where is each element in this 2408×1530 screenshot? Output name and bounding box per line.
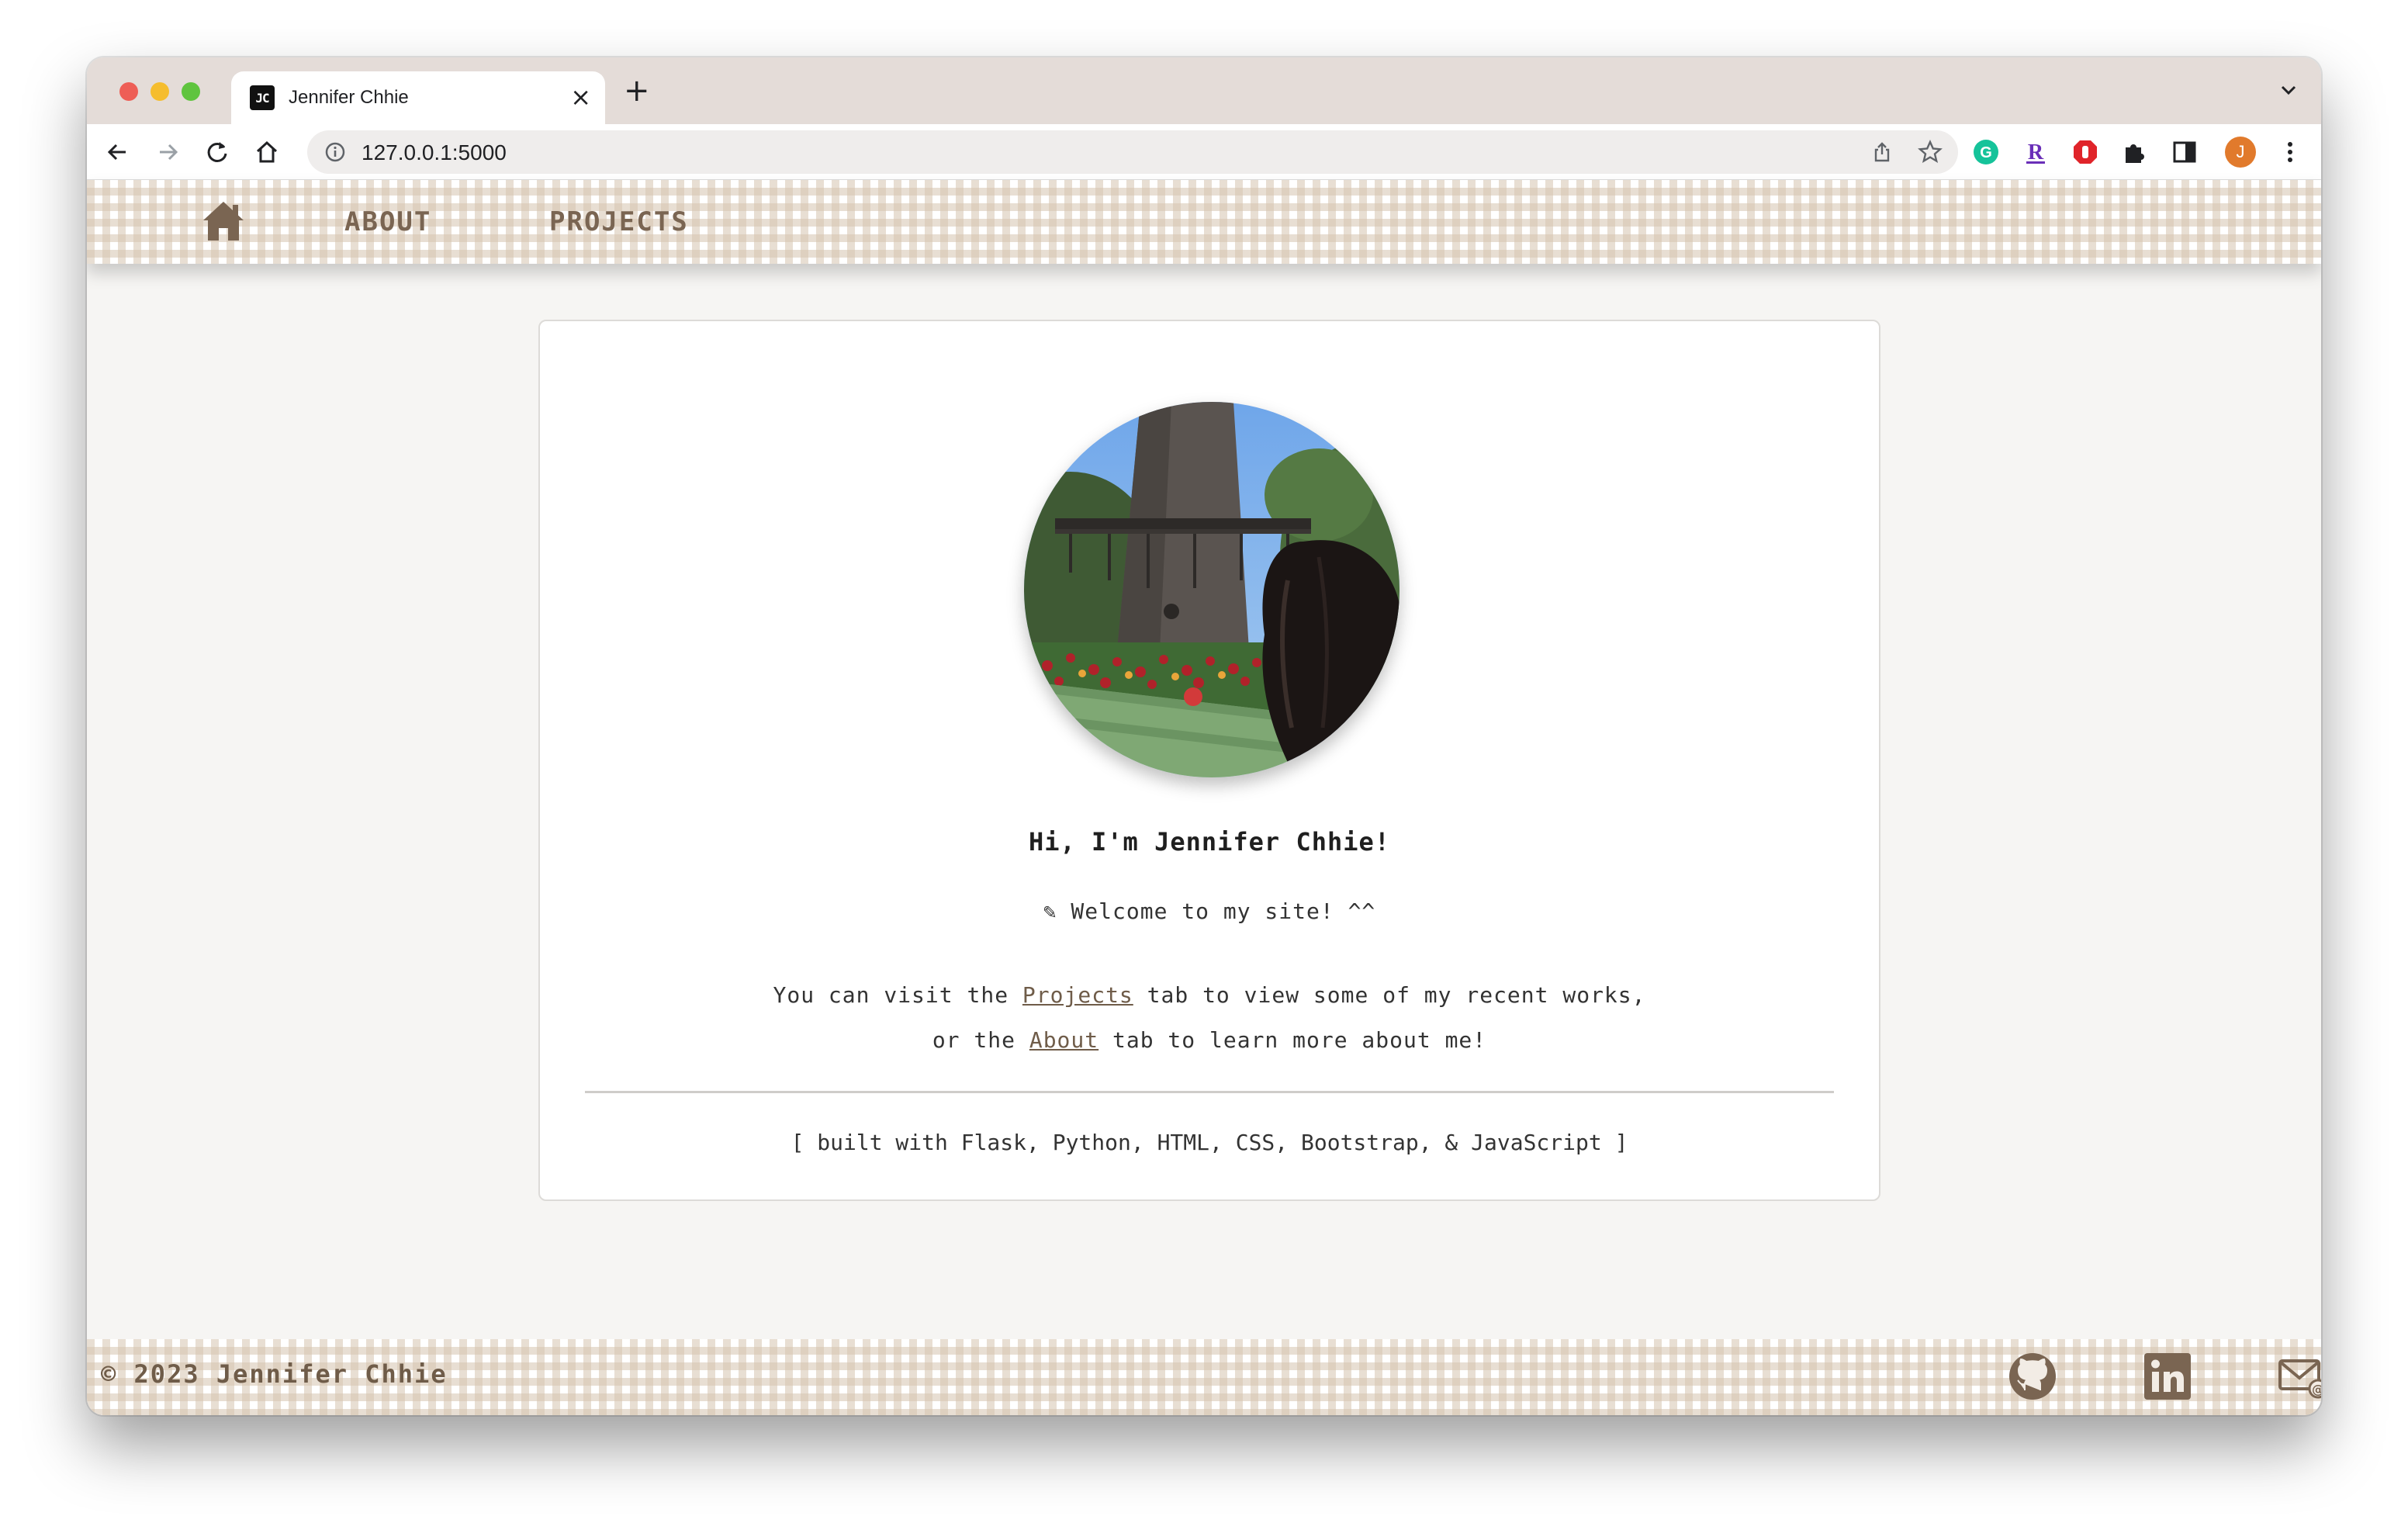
intro-line-1: You can visit the Projects tab to view s… bbox=[540, 982, 1879, 1008]
grammarly-icon[interactable]: G bbox=[1972, 138, 2000, 166]
info-icon[interactable] bbox=[324, 141, 346, 163]
extensions-puzzle-icon[interactable] bbox=[2121, 138, 2149, 166]
url-text: 127.0.0.1:5000 bbox=[362, 140, 507, 164]
browser-window: JC Jennifer Chhie × + 127.0.0.1:5000 G R… bbox=[87, 57, 2321, 1415]
divider bbox=[585, 1091, 1834, 1093]
profile-avatar[interactable]: J bbox=[2225, 137, 2256, 168]
intro-line-2: or the About tab to learn more about me! bbox=[540, 1027, 1879, 1053]
intro-line-1-pre: You can visit the bbox=[773, 982, 1022, 1008]
intro-line-2-post: tab to learn more about me! bbox=[1098, 1027, 1487, 1053]
tab-title: Jennifer Chhie bbox=[289, 87, 409, 108]
intro-line-1-post: tab to view some of my recent works, bbox=[1133, 982, 1646, 1008]
copyright-text: © 2023 Jennifer Chhie bbox=[101, 1359, 448, 1389]
adblock-icon[interactable] bbox=[2071, 138, 2099, 166]
minimize-window-button[interactable] bbox=[150, 82, 169, 101]
maximize-window-button[interactable] bbox=[182, 82, 200, 101]
linkedin-icon[interactable] bbox=[2143, 1352, 2192, 1401]
site-footer: © 2023 Jennifer Chhie @ bbox=[87, 1339, 2321, 1415]
home-browser-icon[interactable] bbox=[253, 138, 281, 166]
projects-inline-link[interactable]: Projects bbox=[1022, 982, 1133, 1008]
browser-toolbar: 127.0.0.1:5000 G R J bbox=[87, 124, 2321, 180]
tab-close-icon[interactable]: × bbox=[570, 82, 591, 112]
tab-search-chevron-icon[interactable] bbox=[2278, 79, 2299, 101]
back-icon[interactable] bbox=[104, 138, 132, 166]
new-tab-icon[interactable]: + bbox=[624, 73, 650, 109]
github-icon[interactable] bbox=[2008, 1352, 2057, 1401]
greeting-heading: Hi, I'm Jennifer Chhie! bbox=[1028, 827, 1391, 857]
nav-projects-link[interactable]: PROJECTS bbox=[549, 206, 689, 237]
site-navbar: ABOUT PROJECTS bbox=[87, 180, 2321, 264]
home-icon[interactable] bbox=[202, 199, 245, 242]
built-with-text: [ built with Flask, Python, HTML, CSS, B… bbox=[791, 1130, 1628, 1155]
share-icon[interactable] bbox=[1871, 141, 1893, 163]
svg-text:G: G bbox=[1980, 144, 1992, 161]
reload-icon[interactable] bbox=[203, 138, 231, 166]
welcome-text: ✎ Welcome to my site! ^^ bbox=[1043, 898, 1376, 924]
tab-strip: JC Jennifer Chhie × + bbox=[87, 57, 2321, 124]
intro-card: Hi, I'm Jennifer Chhie! ✎ Welcome to my … bbox=[538, 320, 1880, 1201]
browser-tab[interactable]: JC Jennifer Chhie × bbox=[231, 71, 605, 124]
svg-text:@: @ bbox=[2312, 1382, 2321, 1397]
svg-text:R: R bbox=[2028, 140, 2044, 164]
favicon-icon: JC bbox=[250, 85, 275, 110]
browser-menu-icon[interactable] bbox=[2276, 138, 2304, 166]
address-bar[interactable]: 127.0.0.1:5000 bbox=[307, 130, 1958, 174]
profile-photo bbox=[1024, 402, 1399, 777]
intro-line-2-pre: or the bbox=[932, 1027, 1029, 1053]
forward-icon[interactable] bbox=[154, 138, 182, 166]
email-icon[interactable]: @ bbox=[2278, 1352, 2321, 1401]
close-window-button[interactable] bbox=[119, 82, 138, 101]
bookmark-star-icon[interactable] bbox=[1918, 140, 1943, 164]
r-extension-icon[interactable]: R bbox=[2022, 138, 2050, 166]
side-panel-icon[interactable] bbox=[2171, 138, 2199, 166]
about-inline-link[interactable]: About bbox=[1029, 1027, 1098, 1053]
nav-about-link[interactable]: ABOUT bbox=[344, 206, 431, 237]
